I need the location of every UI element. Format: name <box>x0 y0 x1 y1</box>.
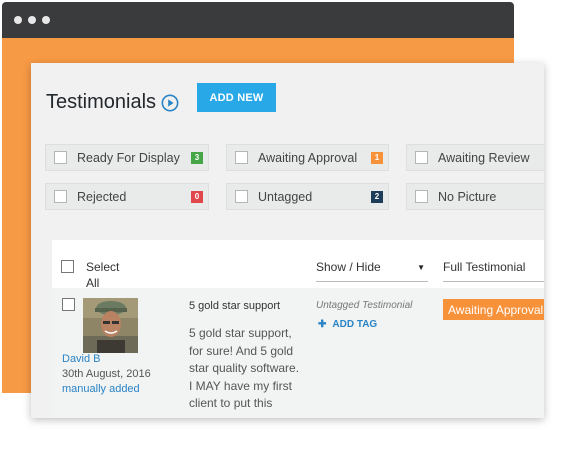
filter-label: Awaiting Review <box>438 150 530 165</box>
filter-awaiting-approval[interactable]: Awaiting Approval 1 <box>226 144 389 171</box>
filter-label: No Picture <box>438 189 497 204</box>
testimonials-panel: Testimonials ADD NEW Ready For Display 3… <box>31 63 544 418</box>
source-link[interactable]: manually added <box>62 382 151 397</box>
filter-count-badge: 2 <box>371 190 383 203</box>
status-button[interactable]: Awaiting Approval <box>443 299 544 320</box>
testimonial-body: 5 gold star support, for sure! And 5 gol… <box>189 326 300 410</box>
window-dot-icon[interactable] <box>14 16 22 24</box>
filter-checkbox[interactable] <box>235 190 248 203</box>
filter-checkbox[interactable] <box>54 190 67 203</box>
select-all-label: Select All <box>86 260 120 290</box>
filter-ready-for-display[interactable]: Ready For Display 3 <box>45 144 209 171</box>
select-all-checkbox[interactable] <box>61 260 74 273</box>
table-row: David B 30th August, 2016 manually added… <box>52 288 544 418</box>
avatar <box>83 298 138 353</box>
avatar-image-icon <box>83 298 138 353</box>
filter-untagged[interactable]: Untagged 2 <box>226 183 389 210</box>
filter-checkbox[interactable] <box>235 151 248 164</box>
window-dot-icon[interactable] <box>28 16 36 24</box>
add-new-button[interactable]: ADD NEW <box>197 83 276 112</box>
filter-label: Awaiting Approval <box>258 150 358 165</box>
window-dot-icon[interactable] <box>42 16 50 24</box>
testimonials-table: Select All Show / Hide ▼ Full Testimonia… <box>52 240 544 418</box>
chevron-down-icon: ▼ <box>417 263 425 272</box>
filter-label: Rejected <box>77 189 127 204</box>
play-icon[interactable] <box>161 94 179 112</box>
page-title-text: Testimonials <box>46 91 157 113</box>
author-info: David B 30th August, 2016 manually added <box>62 352 151 397</box>
plus-icon: ✚ <box>318 319 327 330</box>
window-titlebar <box>2 2 514 38</box>
filter-label: Untagged <box>258 189 313 204</box>
filter-checkbox[interactable] <box>54 151 67 164</box>
filter-label: Ready For Display <box>77 150 180 165</box>
filter-count-badge: 3 <box>191 151 203 164</box>
testimonial-title: 5 gold star support <box>189 300 281 312</box>
show-hide-dropdown[interactable]: Show / Hide ▼ <box>316 260 428 282</box>
table-header: Select All Show / Hide ▼ Full Testimonia… <box>52 240 544 290</box>
filter-awaiting-review[interactable]: Awaiting Review <box>406 144 544 171</box>
author-name-link[interactable]: David B <box>62 352 151 367</box>
page-title: Testimonials <box>46 91 179 114</box>
window-controls <box>14 16 50 24</box>
tag-status: Untagged Testimonial <box>316 300 413 311</box>
view-mode-dropdown[interactable]: Full Testimonial <box>443 260 544 282</box>
filter-no-picture[interactable]: No Picture <box>406 183 544 210</box>
add-tag-button[interactable]: ✚ ADD TAG <box>318 319 377 330</box>
testimonial-date: 30th August, 2016 <box>62 368 151 380</box>
filter-count-badge: 0 <box>191 190 203 203</box>
add-tag-label: ADD TAG <box>332 319 378 330</box>
row-checkbox[interactable] <box>62 298 75 311</box>
filter-checkbox[interactable] <box>415 151 428 164</box>
filter-rejected[interactable]: Rejected 0 <box>45 183 209 210</box>
show-hide-label: Show / Hide <box>316 260 381 274</box>
filter-checkbox[interactable] <box>415 190 428 203</box>
view-mode-label: Full Testimonial <box>443 260 526 274</box>
filter-count-badge: 1 <box>371 151 383 164</box>
